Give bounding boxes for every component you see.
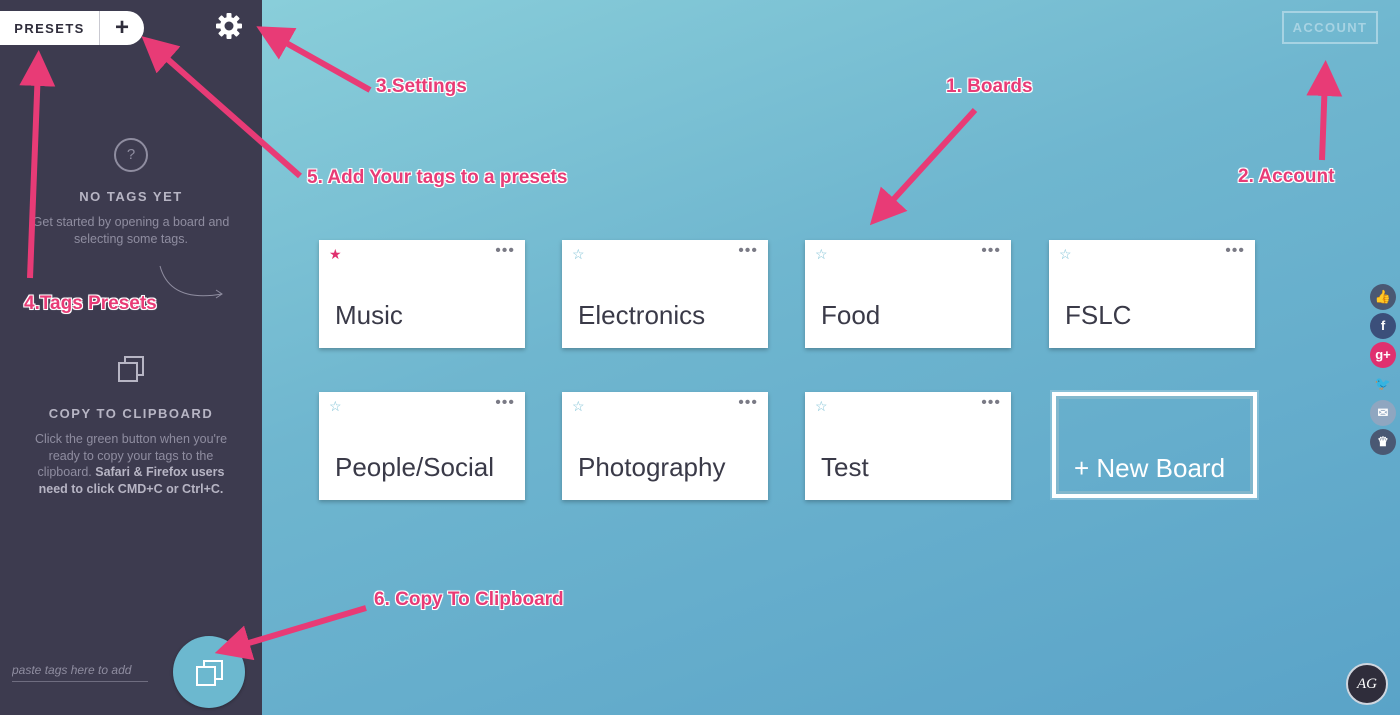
annotation-copy: 6. Copy To Clipboard bbox=[374, 589, 564, 610]
annotation-tags-presets: 4.Tags Presets bbox=[24, 293, 157, 314]
annotation-settings: 3.Settings bbox=[376, 76, 467, 97]
annotation-account: 2. Account bbox=[1238, 166, 1335, 187]
annotation-arrows bbox=[19, 26, 1343, 661]
annotation-boards: 1. Boards bbox=[946, 76, 1033, 97]
annotation-add-tags: 5. Add Your tags to a presets bbox=[307, 167, 568, 188]
